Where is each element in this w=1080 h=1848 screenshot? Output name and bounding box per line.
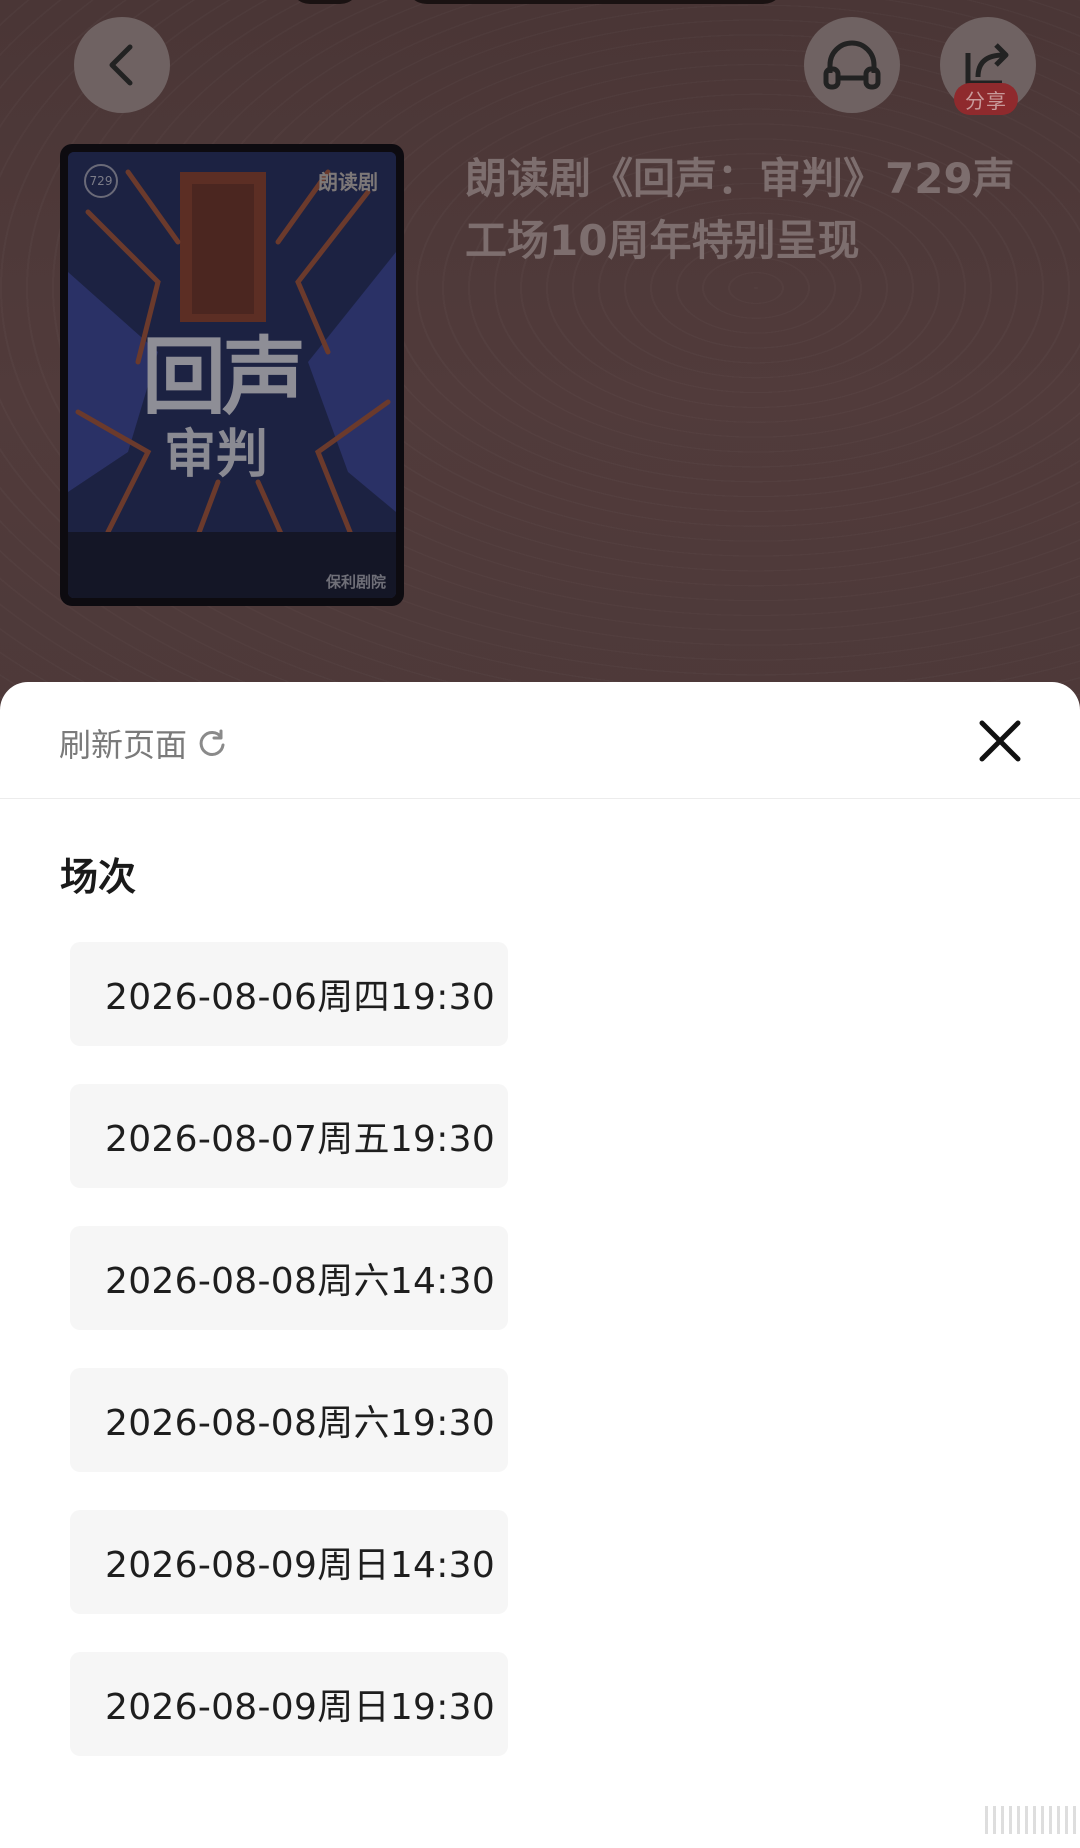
event-detail-page: 分享 729 朗读剧 回声 审判 保利剧院 朗读剧《回声：审判》729声工场10… [0, 0, 1080, 1848]
close-icon [979, 720, 1021, 762]
section-title: 场次 [60, 855, 137, 899]
refresh-icon [197, 728, 227, 758]
close-button[interactable] [972, 713, 1028, 769]
status-bar-camera [290, 0, 360, 4]
headphones-icon [823, 40, 881, 90]
session-option[interactable]: 2026-08-09周日14:30 [70, 1510, 508, 1614]
poster-artwork: 729 朗读剧 回声 审判 保利剧院 [68, 152, 396, 598]
back-button[interactable] [74, 17, 170, 113]
chevron-left-icon [109, 44, 133, 86]
share-badge: 分享 [954, 83, 1018, 115]
poster-venue: 保利剧院 [325, 573, 386, 591]
status-bar-island [405, 0, 785, 4]
refresh-label: 刷新页面 [59, 726, 188, 764]
sheet-header: 刷新页面 [0, 682, 1080, 799]
session-option[interactable]: 2026-08-07周五19:30 [70, 1084, 508, 1188]
watermark-bar [985, 1806, 1080, 1834]
event-poster[interactable]: 729 朗读剧 回声 审判 保利剧院 [60, 144, 404, 606]
session-option[interactable]: 2026-08-06周四19:30 [70, 942, 508, 1046]
poster-logo: 729 [84, 164, 118, 198]
dimmed-event-page: 分享 729 朗读剧 回声 审判 保利剧院 朗读剧《回声：审判》729声工场10… [0, 0, 1080, 720]
listen-button[interactable] [804, 17, 900, 113]
session-option[interactable]: 2026-08-09周日19:30 [70, 1652, 508, 1756]
poster-tag: 朗读剧 [318, 170, 378, 194]
session-option[interactable]: 2026-08-08周六14:30 [70, 1226, 508, 1330]
refresh-page-button[interactable]: 刷新页面 [59, 720, 227, 766]
event-title: 朗读剧《回声：审判》729声工场10周年特别呈现 [465, 154, 1015, 265]
session-picker-sheet: 刷新页面 场次 2026-08-06周四19:30 2026-08-07周五19… [0, 682, 1080, 1848]
session-list: 2026-08-06周四19:30 2026-08-07周五19:30 2026… [70, 942, 508, 1794]
session-option[interactable]: 2026-08-08周六19:30 [70, 1368, 508, 1472]
poster-title-line2: 审判 [164, 425, 269, 485]
